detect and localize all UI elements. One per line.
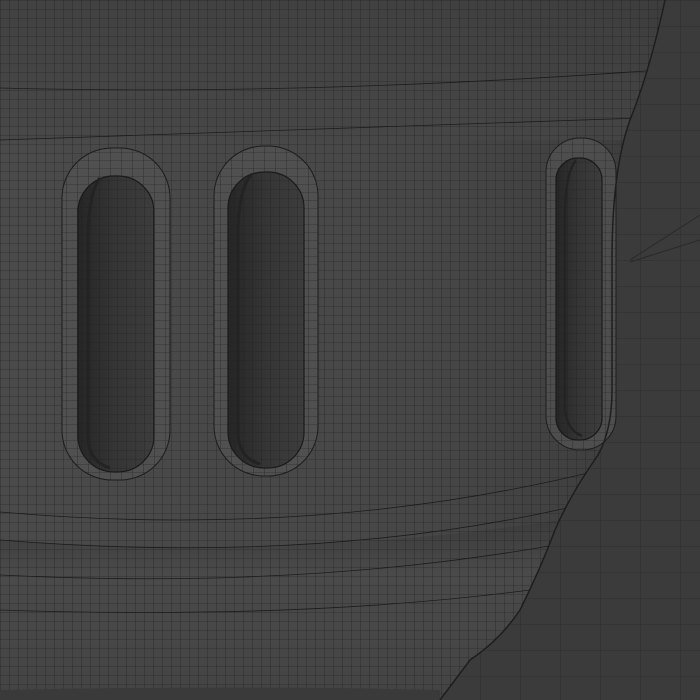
slot-2 [213,145,319,477]
mesh-render [0,0,700,700]
slot-3 [545,137,617,451]
3d-viewport[interactable] [0,0,700,700]
slot-1 [61,147,171,481]
base-edge [0,687,440,700]
